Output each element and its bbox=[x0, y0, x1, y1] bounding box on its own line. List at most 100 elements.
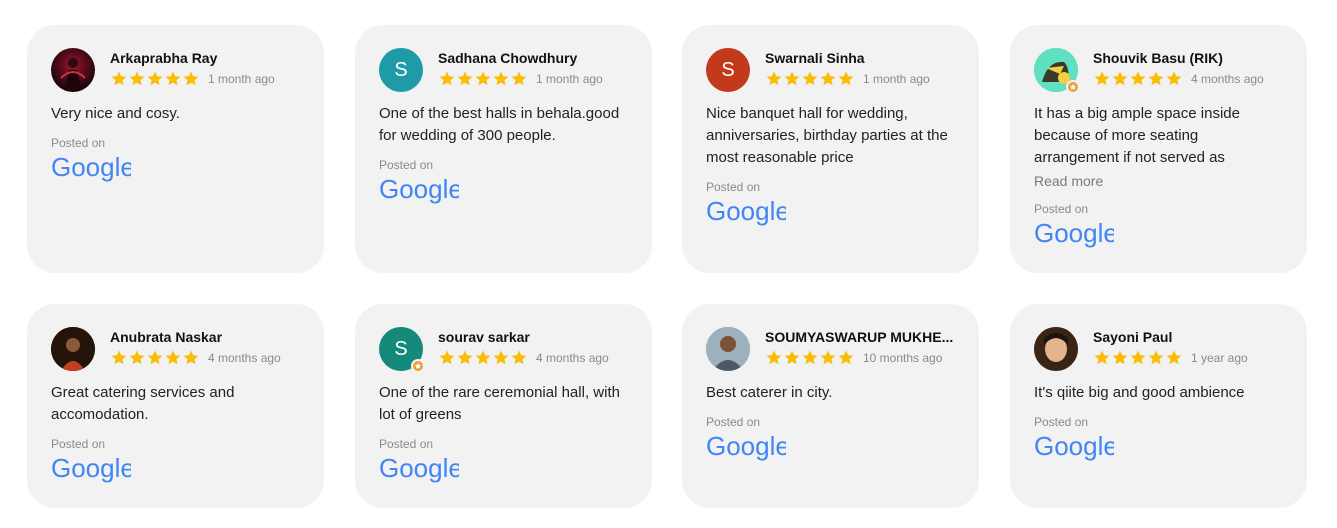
star-rating bbox=[1093, 349, 1183, 367]
star-icon bbox=[1112, 71, 1128, 86]
reviewer-name[interactable]: Swarnali Sinha bbox=[765, 49, 955, 67]
review-text: Very nice and cosy. bbox=[51, 105, 180, 122]
posted-on-label: Posted on bbox=[51, 136, 106, 150]
google-logo[interactable]: Google bbox=[1034, 431, 1283, 461]
posted-on-label: Posted on bbox=[51, 437, 106, 451]
avatar-photo-icon bbox=[706, 327, 750, 371]
review-header: S sourav sarkar 4 months ago bbox=[379, 327, 628, 373]
svg-text:Google: Google bbox=[1034, 431, 1114, 461]
google-logo[interactable]: Google bbox=[379, 174, 628, 204]
review-meta: SOUMYASWARUP MUKHE... 10 months ago bbox=[765, 327, 955, 367]
avatar[interactable] bbox=[1034, 327, 1078, 371]
google-logo-icon: Google bbox=[1034, 431, 1118, 461]
star-icon bbox=[802, 350, 818, 365]
star-icon bbox=[183, 350, 199, 365]
rating-row: 1 month ago bbox=[438, 70, 628, 88]
star-rating bbox=[110, 349, 200, 367]
star-icon bbox=[766, 71, 782, 86]
reviewer-name[interactable]: Sadhana Chowdhury bbox=[438, 49, 628, 67]
rating-row: 10 months ago bbox=[765, 349, 955, 367]
avatar-letter: S bbox=[394, 337, 408, 360]
local-guide-badge bbox=[411, 359, 425, 373]
star-icon bbox=[475, 350, 491, 365]
rating-row: 4 months ago bbox=[438, 349, 628, 367]
star-icon bbox=[129, 71, 145, 86]
star-icon bbox=[1130, 350, 1146, 365]
svg-text:Google: Google bbox=[706, 431, 786, 461]
star-icon bbox=[439, 350, 455, 365]
review-text: One of the best halls in behala.good for… bbox=[379, 105, 620, 144]
google-logo[interactable]: Google bbox=[51, 152, 300, 182]
review-time: 1 month ago bbox=[208, 72, 275, 86]
google-logo[interactable]: Google bbox=[1034, 218, 1283, 248]
reviewer-name[interactable]: Shouvik Basu (RIK) bbox=[1093, 49, 1283, 67]
posted-on-label: Posted on bbox=[379, 158, 434, 172]
review-time: 10 months ago bbox=[863, 351, 943, 365]
rating-row: 4 months ago bbox=[110, 349, 300, 367]
google-logo[interactable]: Google bbox=[51, 453, 300, 483]
avatar[interactable] bbox=[51, 48, 95, 92]
review-text: Best caterer in city. bbox=[706, 384, 833, 401]
review-text: Nice banquet hall for wedding, anniversa… bbox=[706, 105, 948, 166]
star-icon bbox=[511, 71, 527, 86]
review-text: It has a big ample space inside because … bbox=[1034, 105, 1240, 166]
svg-text:Google: Google bbox=[706, 196, 786, 226]
google-logo[interactable]: Google bbox=[379, 453, 628, 483]
star-icon bbox=[1166, 350, 1182, 365]
avatar[interactable]: S bbox=[379, 327, 425, 373]
rating-row: 1 year ago bbox=[1093, 349, 1283, 367]
review-header: SOUMYASWARUP MUKHE... 10 months ago bbox=[706, 327, 955, 371]
star-icon bbox=[1166, 71, 1182, 86]
avatar[interactable]: S bbox=[706, 48, 750, 92]
star-icon bbox=[475, 71, 491, 86]
review-meta: Arkaprabha Ray 1 month ago bbox=[110, 48, 300, 88]
star-icon bbox=[493, 71, 509, 86]
star-icon bbox=[1112, 350, 1128, 365]
review-card: Arkaprabha Ray 1 month ago Very nice and… bbox=[27, 25, 324, 273]
star-icon bbox=[766, 350, 782, 365]
posted-on-label: Posted on bbox=[1034, 415, 1089, 429]
review-card: Anubrata Naskar 4 months ago Great cater… bbox=[27, 304, 324, 508]
rating-row: 1 month ago bbox=[110, 70, 300, 88]
star-icon bbox=[165, 350, 181, 365]
avatar[interactable] bbox=[706, 327, 750, 371]
star-badge-icon bbox=[1069, 83, 1077, 90]
star-icon bbox=[457, 350, 473, 365]
review-card: S Swarnali Sinha 1 month ago Nice banque… bbox=[682, 25, 979, 273]
avatar[interactable] bbox=[1034, 48, 1080, 94]
rating-row: 1 month ago bbox=[765, 70, 955, 88]
review-text: Great catering services and accomodation… bbox=[51, 384, 235, 423]
reviews-grid: Arkaprabha Ray 1 month ago Very nice and… bbox=[0, 0, 1337, 528]
star-icon bbox=[838, 350, 854, 365]
review-meta: sourav sarkar 4 months ago bbox=[438, 327, 628, 367]
star-icon bbox=[183, 71, 199, 86]
reviewer-name[interactable]: SOUMYASWARUP MUKHE... bbox=[765, 328, 955, 346]
review-header: Sayoni Paul 1 year ago bbox=[1034, 327, 1283, 371]
reviewer-name[interactable]: Arkaprabha Ray bbox=[110, 49, 300, 67]
star-icon bbox=[457, 71, 473, 86]
reviewer-name[interactable]: Anubrata Naskar bbox=[110, 328, 300, 346]
svg-text:Google: Google bbox=[51, 152, 131, 182]
review-card: S Sadhana Chowdhury 1 month ago One of t… bbox=[355, 25, 652, 273]
reviewer-name[interactable]: sourav sarkar bbox=[438, 328, 628, 346]
google-logo[interactable]: Google bbox=[706, 196, 955, 226]
review-text: One of the rare ceremonial hall, with lo… bbox=[379, 384, 620, 423]
star-icon bbox=[493, 350, 509, 365]
reviewer-name[interactable]: Sayoni Paul bbox=[1093, 328, 1283, 346]
review-meta: Shouvik Basu (RIK) 4 months ago bbox=[1093, 48, 1283, 88]
avatar[interactable]: S bbox=[379, 48, 423, 92]
star-icon bbox=[165, 71, 181, 86]
read-more-link[interactable]: Read more bbox=[1034, 171, 1283, 191]
review-card: Shouvik Basu (RIK) 4 months ago It has a… bbox=[1010, 25, 1307, 273]
star-icon bbox=[1130, 71, 1146, 86]
posted-on-label: Posted on bbox=[706, 180, 761, 194]
star-icon bbox=[439, 71, 455, 86]
rating-row: 4 months ago bbox=[1093, 70, 1283, 88]
google-logo-icon: Google bbox=[51, 152, 135, 182]
google-logo[interactable]: Google bbox=[706, 431, 955, 461]
avatar[interactable] bbox=[51, 327, 95, 371]
google-logo-icon: Google bbox=[1034, 218, 1118, 248]
google-logo-icon: Google bbox=[379, 174, 463, 204]
review-meta: Swarnali Sinha 1 month ago bbox=[765, 48, 955, 88]
star-rating bbox=[438, 349, 528, 367]
